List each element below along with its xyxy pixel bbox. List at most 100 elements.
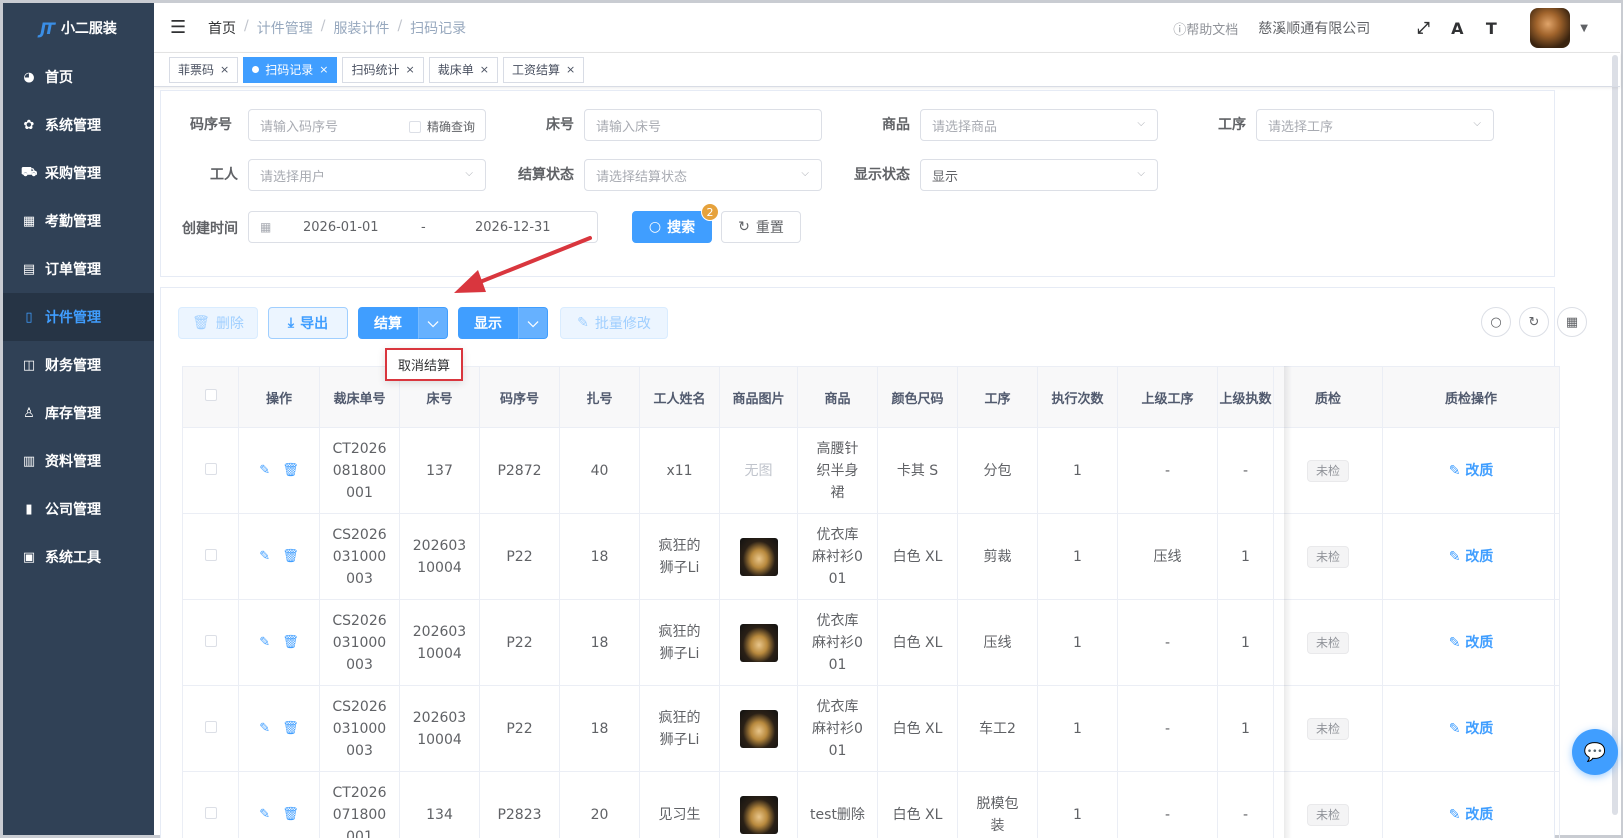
date-end[interactable]: 2026-12-31: [475, 220, 551, 235]
close-icon[interactable]: ×: [319, 63, 328, 76]
column-header: 颜色尺码: [877, 366, 958, 428]
sidebar-item[interactable]: ⛟ 采购管理: [3, 149, 154, 197]
reset-button[interactable]: ↻ 重置: [721, 211, 801, 243]
bed-input[interactable]: 请输入床号: [584, 109, 822, 141]
change-quality-link[interactable]: ✎ 改质: [1449, 721, 1494, 737]
export-button[interactable]: ⤓ 导出: [268, 307, 348, 339]
tab-tag[interactable]: 扫码统计 ×: [342, 56, 424, 83]
row-checkbox[interactable]: [182, 685, 239, 772]
cell-code: P2823: [479, 771, 560, 838]
close-icon[interactable]: ×: [405, 63, 414, 76]
show-dropdown-toggle[interactable]: ⌵: [518, 307, 548, 339]
grid-icon: ▦: [22, 213, 36, 229]
app-logo[interactable]: JT 小二服装: [3, 3, 154, 53]
worker-select[interactable]: 请选择用户 ⌵: [248, 159, 486, 191]
breadcrumb-item[interactable]: 计件管理: [257, 18, 313, 38]
cell-bed: 134: [399, 771, 480, 838]
table-row[interactable]: ✎ 🗑 CS2026031000003 20260310004 P22 18 疯狂的狮子Li…: [182, 513, 1560, 600]
hamburger-icon[interactable]: ☰: [170, 17, 190, 38]
language-icon[interactable]: A: [1448, 19, 1466, 38]
column-header: 质检操作: [1382, 366, 1560, 428]
code-input[interactable]: 请输入码序号 精确查询: [248, 109, 486, 141]
table-row[interactable]: ✎ 🗑 CT2026081800001 137 P2872 40 x11 无图 高腰针织半身裙卡…: [182, 427, 1560, 514]
tab-tag[interactable]: 工资结算 ×: [502, 56, 585, 83]
table-row[interactable]: ✎ 🗑 CS2026031000003 20260310004 P22 18 疯狂的狮子Li…: [182, 599, 1560, 686]
trash-icon[interactable]: 🗑: [282, 721, 299, 736]
fullscreen-icon[interactable]: ⤢: [1414, 18, 1432, 38]
tab-tag[interactable]: 扫码记录 ×: [243, 56, 338, 83]
table-row[interactable]: ✎ 🗑 CS2026031000003 20260310004 P22 18 疯狂的狮子Li…: [182, 685, 1560, 772]
goods-select[interactable]: 请选择商品 ⌵: [920, 109, 1158, 141]
select-all-checkbox[interactable]: [182, 366, 239, 428]
refresh-icon: ↻: [1528, 314, 1540, 330]
settle-button[interactable]: 结算: [358, 307, 418, 339]
font-size-icon[interactable]: T: [1482, 19, 1500, 38]
row-checkbox[interactable]: [182, 771, 239, 838]
close-icon[interactable]: ×: [480, 63, 489, 76]
show-button[interactable]: 显示: [458, 307, 518, 339]
trash-icon[interactable]: 🗑: [282, 549, 299, 564]
sidebar-item[interactable]: ▣ 系统工具: [3, 533, 154, 581]
settle-status-placeholder: 请选择结算状态: [596, 169, 688, 185]
display-status-select[interactable]: 显示 ⌵: [920, 159, 1158, 191]
exact-query-checkbox[interactable]: 精确查询: [408, 118, 475, 135]
tab-tag[interactable]: 裁床单 ×: [428, 56, 498, 83]
sidebar-item[interactable]: ▦ 考勤管理: [3, 197, 154, 245]
change-quality-link[interactable]: ✎ 改质: [1449, 549, 1494, 565]
toggle-search-button[interactable]: ○: [1481, 307, 1511, 337]
edit-icon[interactable]: ✎: [259, 549, 270, 564]
product-thumbnail[interactable]: [739, 709, 778, 748]
edit-icon[interactable]: ✎: [259, 635, 270, 650]
sidebar-item[interactable]: ▥ 资料管理: [3, 437, 154, 485]
cancel-settle-menu-item[interactable]: 取消结算: [385, 348, 463, 381]
process-select[interactable]: 请选择工序 ⌵: [1256, 109, 1494, 141]
sidebar-item[interactable]: ▯ 计件管理: [3, 293, 154, 341]
tab-tag[interactable]: 菲票码 ×: [169, 56, 239, 83]
change-quality-link[interactable]: ✎ 改质: [1449, 463, 1494, 479]
cell-bundle: 40: [559, 427, 640, 514]
edit-icon[interactable]: ✎: [259, 721, 270, 736]
refresh-button[interactable]: ↻: [1519, 307, 1549, 337]
sidebar-item[interactable]: ◕ 首页: [3, 53, 154, 101]
row-checkbox[interactable]: [182, 427, 239, 514]
row-checkbox[interactable]: [182, 599, 239, 686]
caret-down-icon[interactable]: ▼: [1580, 23, 1588, 34]
delete-button[interactable]: 🗑 删除: [178, 307, 258, 339]
cell-times: 1: [1037, 599, 1118, 686]
product-thumbnail[interactable]: [739, 795, 778, 834]
date-start[interactable]: 2026-01-01: [303, 220, 379, 235]
breadcrumb-item[interactable]: 服装计件: [333, 18, 389, 38]
trash-icon[interactable]: 🗑: [282, 807, 299, 822]
page-scrollbar[interactable]: [1612, 55, 1618, 815]
edit-icon[interactable]: ✎: [259, 463, 270, 478]
help-docs-link[interactable]: ⓘ帮助文档: [1173, 19, 1238, 38]
settle-status-select[interactable]: 请选择结算状态 ⌵: [584, 159, 822, 191]
date-range-picker[interactable]: ▦ 2026-01-01 - 2026-12-31: [248, 211, 598, 243]
search-button[interactable]: ○ 搜索 2: [632, 203, 719, 243]
breadcrumb-item-home[interactable]: 首页: [208, 18, 236, 38]
product-thumbnail[interactable]: [739, 623, 778, 662]
chevron-down-icon: ⌵: [1137, 118, 1145, 129]
sidebar-item[interactable]: ◫ 财务管理: [3, 341, 154, 389]
change-quality-link[interactable]: ✎ 改质: [1449, 635, 1494, 651]
sidebar-item[interactable]: ▮ 公司管理: [3, 485, 154, 533]
avatar[interactable]: [1530, 8, 1571, 48]
close-icon[interactable]: ×: [220, 63, 229, 76]
table-row[interactable]: ✎ 🗑 CT2026071800001 134 P2823 20 见习生 test删除 白色 X…: [182, 771, 1560, 838]
sidebar-item[interactable]: ✿ 系统管理: [3, 101, 154, 149]
columns-button[interactable]: ▦: [1557, 307, 1587, 337]
chat-button[interactable]: 💬: [1572, 729, 1618, 775]
sidebar-item[interactable]: ♙ 库存管理: [3, 389, 154, 437]
trash-icon[interactable]: 🗑: [282, 635, 299, 650]
row-checkbox[interactable]: [182, 513, 239, 600]
row-actions: ✎ 🗑: [238, 685, 320, 772]
settle-dropdown-toggle[interactable]: ⌵: [418, 307, 448, 339]
change-quality-link[interactable]: ✎ 改质: [1449, 807, 1494, 823]
sidebar-item[interactable]: ▤ 订单管理: [3, 245, 154, 293]
trash-icon[interactable]: 🗑: [282, 463, 299, 478]
edit-icon[interactable]: ✎: [259, 807, 270, 822]
batch-edit-button[interactable]: ✎ 批量修改: [560, 307, 668, 339]
product-thumbnail[interactable]: [739, 537, 778, 576]
status-badge: 未检: [1306, 459, 1349, 482]
close-icon[interactable]: ×: [566, 63, 575, 76]
